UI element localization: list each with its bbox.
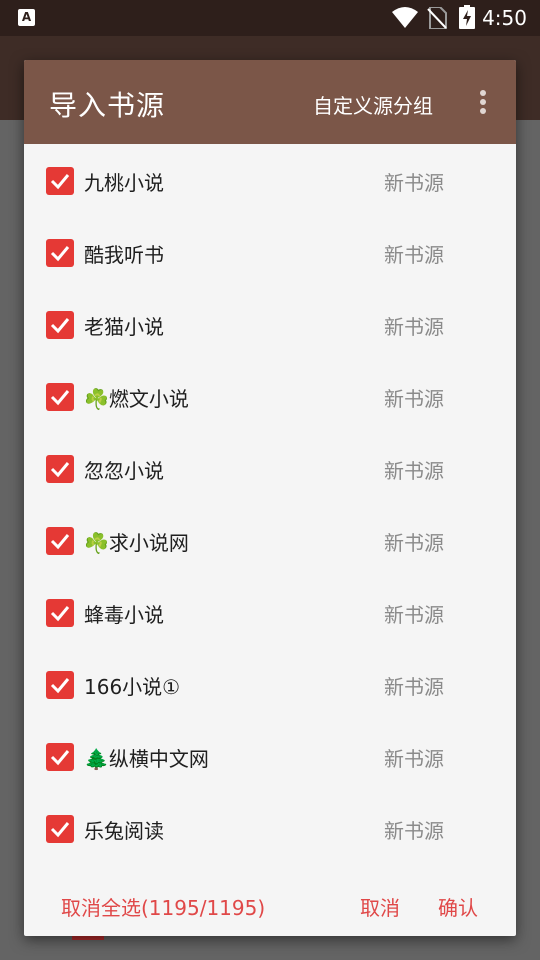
checkbox-checked-icon[interactable] xyxy=(46,671,74,699)
source-name: 酷我听书 xyxy=(84,243,164,267)
list-item[interactable]: 蜂毒小说 新书源 xyxy=(24,576,516,648)
source-status: 新书源 xyxy=(384,747,444,771)
battery-charging-icon xyxy=(459,5,475,29)
list-item[interactable]: 酷我听书 新书源 xyxy=(24,216,516,288)
source-name: ☘️燃文小说 xyxy=(84,387,189,411)
source-name: 忽忽小说 xyxy=(84,459,164,483)
source-name: 🌲纵横中文网 xyxy=(84,747,209,771)
source-name: 九桃小说 xyxy=(84,171,164,195)
app-notification-icon: A xyxy=(18,9,35,26)
cancel-button[interactable]: 取消 xyxy=(360,892,400,921)
list-item[interactable]: 忽忽小说 新书源 xyxy=(24,432,516,504)
confirm-button[interactable]: 确认 xyxy=(438,892,478,921)
checkbox-checked-icon[interactable] xyxy=(46,455,74,483)
source-status: 新书源 xyxy=(384,675,444,699)
source-name: 166小说① xyxy=(84,675,181,699)
checkbox-checked-icon[interactable] xyxy=(46,815,74,843)
no-sim-icon xyxy=(427,7,447,29)
checkbox-checked-icon[interactable] xyxy=(46,311,74,339)
checkbox-checked-icon[interactable] xyxy=(46,743,74,771)
source-status: 新书源 xyxy=(384,531,444,555)
source-name: ☘️求小说网 xyxy=(84,531,189,555)
checkbox-checked-icon[interactable] xyxy=(46,383,74,411)
source-name: 乐兔阅读 xyxy=(84,819,164,843)
list-item[interactable]: 老猫小说 新书源 xyxy=(24,288,516,360)
list-item[interactable]: 乐兔阅读 新书源 xyxy=(24,792,516,864)
source-name: 蜂毒小说 xyxy=(84,603,164,627)
source-status: 新书源 xyxy=(384,315,444,339)
dialog-footer: 取消全选(1195/1195) 取消 确认 xyxy=(24,870,516,936)
more-vert-icon[interactable] xyxy=(472,84,494,120)
checkbox-checked-icon[interactable] xyxy=(46,527,74,555)
list-item[interactable]: 🌲纵横中文网 新书源 xyxy=(24,720,516,792)
clock: 4:50 xyxy=(482,6,527,30)
wifi-icon xyxy=(392,7,418,28)
source-status: 新书源 xyxy=(384,459,444,483)
custom-group-button[interactable]: 自定义源分组 xyxy=(313,90,433,119)
checkbox-checked-icon[interactable] xyxy=(46,599,74,627)
source-status: 新书源 xyxy=(384,819,444,843)
source-status: 新书源 xyxy=(384,603,444,627)
source-name: 老猫小说 xyxy=(84,315,164,339)
list-item[interactable]: 166小说① 新书源 xyxy=(24,648,516,720)
list-item[interactable]: ☘️求小说网 新书源 xyxy=(24,504,516,576)
source-status: 新书源 xyxy=(384,243,444,267)
list-item[interactable]: ☘️燃文小说 新书源 xyxy=(24,360,516,432)
list-item[interactable]: 九桃小说 新书源 xyxy=(24,144,516,216)
dialog-header: 导入书源 自定义源分组 xyxy=(24,60,516,144)
checkbox-checked-icon[interactable] xyxy=(46,239,74,267)
source-status: 新书源 xyxy=(384,171,444,195)
source-status: 新书源 xyxy=(384,387,444,411)
import-book-source-dialog: 导入书源 自定义源分组 九桃小说 新书源 酷我听书 新书源 老猫小说 新书源 ☘… xyxy=(24,60,516,936)
checkbox-checked-icon[interactable] xyxy=(46,167,74,195)
dialog-title: 导入书源 xyxy=(49,89,166,122)
status-bar: A 4:50 xyxy=(0,0,540,36)
deselect-all-button[interactable]: 取消全选(1195/1195) xyxy=(61,892,265,921)
